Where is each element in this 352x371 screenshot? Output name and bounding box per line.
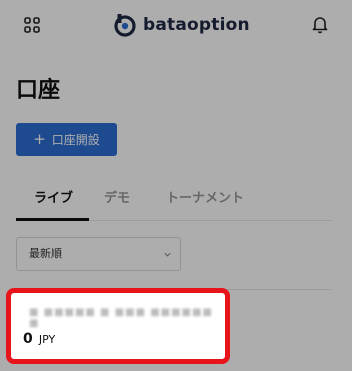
logo-mark-icon <box>114 14 136 37</box>
bell-icon[interactable] <box>310 14 330 34</box>
logo[interactable]: bataoption <box>113 10 250 40</box>
header: bataoption <box>0 0 352 50</box>
active-tab-indicator <box>16 218 89 221</box>
open-account-button[interactable]: + 口座開設 <box>16 123 117 156</box>
sort-select[interactable]: 最新順 <box>16 237 181 271</box>
account-balance: 0 JPY <box>23 331 55 347</box>
tab-tournament[interactable]: トーナメント <box>166 185 244 221</box>
open-account-label: 口座開設 <box>51 133 100 147</box>
tab-live[interactable]: ライブ <box>34 185 73 221</box>
balance-currency: JPY <box>38 333 56 346</box>
account-tabs: ライブ デモ トーナメント <box>16 185 331 221</box>
account-name: ■ ■■■■■ ■ ■■■ ■■■■■■ ■ <box>29 307 213 329</box>
balance-amount: 0 <box>23 331 33 347</box>
tab-demo[interactable]: デモ <box>104 185 130 221</box>
logo-text: bataoption <box>143 15 250 35</box>
plus-icon: + <box>33 130 46 148</box>
grid-icon[interactable] <box>22 15 42 35</box>
account-card[interactable]: ■ ■■■■■ ■ ■■■ ■■■■■■ ■ 0 JPY <box>6 288 230 364</box>
page-title: 口座 <box>16 78 61 103</box>
sort-select-value: 最新順 <box>29 247 62 260</box>
chevron-down-icon <box>164 252 171 257</box>
